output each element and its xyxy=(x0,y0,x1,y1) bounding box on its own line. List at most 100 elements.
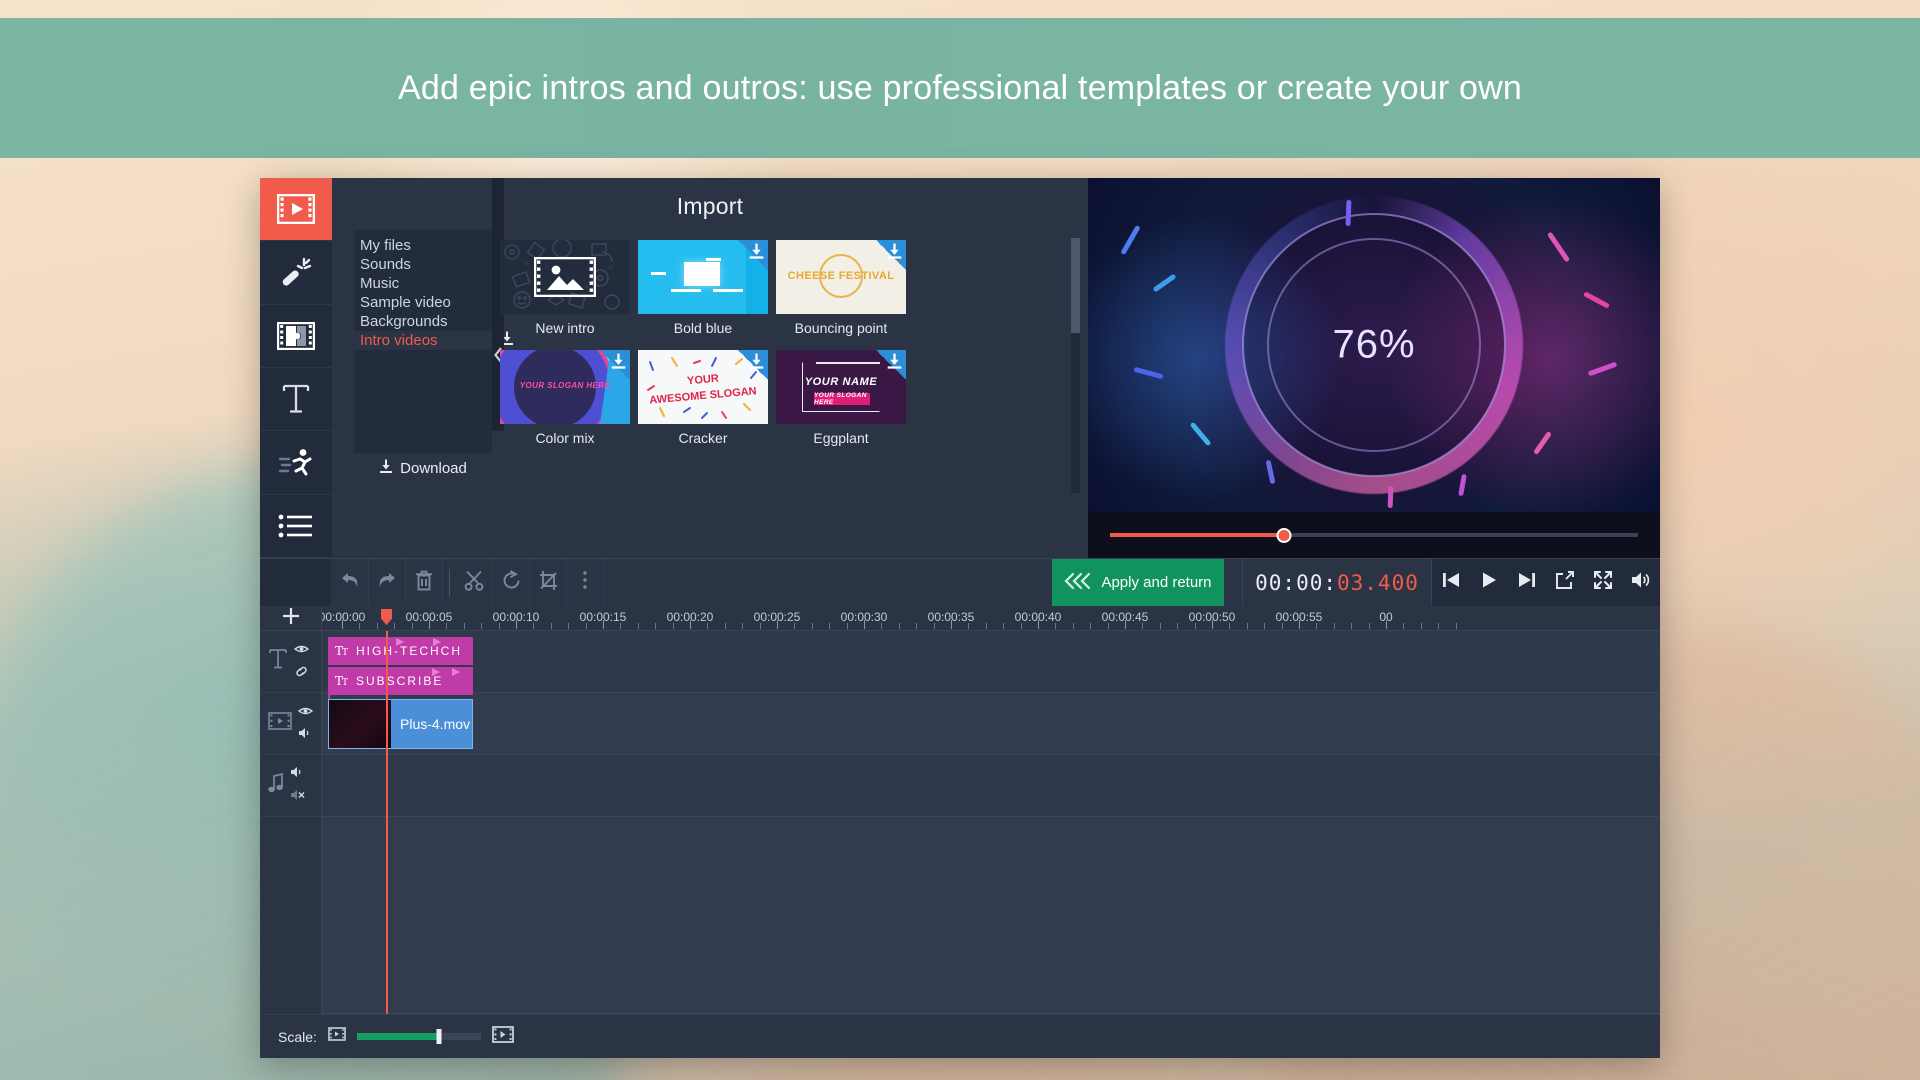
track-header-video[interactable] xyxy=(260,693,321,755)
svg-text:×: × xyxy=(608,262,613,272)
timeline-clip-video[interactable]: Plus-4.mov xyxy=(328,699,473,749)
download-badge[interactable] xyxy=(738,240,768,270)
ruler-tick xyxy=(1456,623,1457,629)
ruler-tick xyxy=(568,623,569,629)
ruler-tick xyxy=(359,623,360,629)
timeline-canvas[interactable]: T T HIGH-TECHCH T T SUBSC xyxy=(322,631,1660,1014)
category-intro-videos[interactable]: Intro videos xyxy=(354,331,492,350)
preview-canvas[interactable]: 76% xyxy=(1088,178,1660,512)
ruler-tick xyxy=(829,623,830,629)
mute-icon[interactable] xyxy=(290,788,305,806)
clip-thumbnail xyxy=(329,700,391,748)
sidebar-item-more[interactable] xyxy=(260,495,332,558)
template-tile-bouncing-point[interactable]: CHEESE FESTIVAL Bouncing point xyxy=(776,240,906,336)
plus-icon xyxy=(281,606,301,631)
category-backgrounds[interactable]: Backgrounds xyxy=(354,312,492,331)
sidebar-item-titles[interactable] xyxy=(260,368,332,431)
undo-icon xyxy=(339,570,361,595)
ruler-tick xyxy=(1055,623,1056,629)
small-frame-icon[interactable] xyxy=(328,1027,346,1046)
category-music[interactable]: Music xyxy=(354,274,492,293)
template-tile-new-intro[interactable]: ×× ×× xyxy=(500,240,630,336)
delete-button[interactable] xyxy=(406,559,443,606)
ruler-tick xyxy=(1142,623,1143,629)
template-label: Cracker xyxy=(638,424,768,446)
prev-frame-button[interactable] xyxy=(1432,559,1470,606)
download-badge[interactable] xyxy=(876,350,906,380)
play-button[interactable] xyxy=(1470,559,1508,606)
download-button[interactable]: Download xyxy=(354,453,492,483)
fullscreen-button[interactable] xyxy=(1584,559,1622,606)
preview-panel: 76% xyxy=(1088,178,1660,558)
category-sounds[interactable]: Sounds xyxy=(354,255,492,274)
scrollbar-thumb[interactable] xyxy=(1071,238,1080,333)
timeline-lane-video[interactable] xyxy=(322,693,1660,755)
template-tile-cracker[interactable]: YOUR AWESOME SLOGAN Cracker xyxy=(638,350,768,446)
sidebar-item-import[interactable] xyxy=(260,178,332,241)
ruler-tick xyxy=(916,623,917,629)
category-column: My files Sounds Music Sample video Backg… xyxy=(332,230,492,558)
playhead[interactable] xyxy=(386,631,388,1014)
template-grid-scrollbar[interactable] xyxy=(1071,238,1080,493)
cut-button[interactable] xyxy=(456,559,493,606)
rotate-button[interactable] xyxy=(493,559,530,606)
sidebar-item-filters[interactable] xyxy=(260,241,332,304)
track-header-title[interactable] xyxy=(260,631,321,693)
scale-slider-handle[interactable] xyxy=(436,1029,441,1044)
ruler-tick xyxy=(1369,623,1370,629)
scrubber-handle[interactable] xyxy=(1277,528,1292,543)
redo-button[interactable] xyxy=(369,559,406,606)
apply-and-return-button[interactable]: Apply and return xyxy=(1052,559,1224,606)
preview-scrubber[interactable] xyxy=(1110,526,1638,544)
download-badge[interactable] xyxy=(876,240,906,270)
link-icon[interactable] xyxy=(294,664,309,682)
scale-slider[interactable] xyxy=(357,1033,481,1040)
download-badge[interactable] xyxy=(600,350,630,380)
speaker-icon[interactable] xyxy=(290,765,305,783)
sidebar-item-transitions[interactable] xyxy=(260,305,332,368)
timeline-lane-audio[interactable] xyxy=(322,755,1660,817)
download-badge[interactable] xyxy=(738,350,768,380)
eye-icon[interactable] xyxy=(294,641,309,659)
large-frame-icon[interactable] xyxy=(492,1026,514,1048)
category-my-files[interactable]: My files xyxy=(354,236,492,255)
title-clip-icon: T T xyxy=(335,643,350,660)
template-tile-color-mix[interactable]: YOUR SLOGAN HERE Color mix xyxy=(500,350,630,446)
editor-top-section: Import My files Sounds Music Sample vide… xyxy=(260,178,1660,558)
crop-button[interactable] xyxy=(530,559,567,606)
timeline-clip-label: Plus-4.mov xyxy=(391,716,470,732)
timecode-value: 03.400 xyxy=(1337,571,1419,595)
svg-text:T: T xyxy=(342,678,350,687)
category-sample-video[interactable]: Sample video xyxy=(354,293,492,312)
apply-and-return-label: Apply and return xyxy=(1101,574,1211,591)
next-frame-button[interactable] xyxy=(1508,559,1546,606)
list-icon xyxy=(278,513,314,539)
timeline-lane-empty[interactable] xyxy=(322,817,1660,1014)
timeline-lane-title[interactable] xyxy=(322,631,1660,693)
ruler-tick xyxy=(986,623,987,629)
template-tile-eggplant[interactable]: YOUR NAME YOUR SLOGAN HERE Eggplant xyxy=(776,350,906,446)
playhead-handle[interactable] xyxy=(381,609,392,625)
undo-button[interactable] xyxy=(332,559,369,606)
ruler-tick xyxy=(742,623,743,629)
panel-title: Import xyxy=(332,178,1088,230)
add-track-button[interactable] xyxy=(260,606,322,630)
track-header-audio[interactable] xyxy=(260,755,321,817)
player-timecode[interactable]: 00:00:03.400 xyxy=(1242,559,1432,606)
timeline-clip-title-2[interactable]: T T SUBSCRIBE xyxy=(328,667,473,695)
template-tile-bold-blue[interactable]: Bold blue xyxy=(638,240,768,336)
volume-button[interactable] xyxy=(1622,559,1660,606)
template-thumbnail: CHEESE FESTIVAL xyxy=(776,240,906,314)
template-thumbnail: YOUR AWESOME SLOGAN xyxy=(638,350,768,424)
sidebar-item-animation[interactable] xyxy=(260,431,332,494)
promo-banner: Add epic intros and outros: use professi… xyxy=(0,18,1920,158)
timeline-clip-title-1[interactable]: T T HIGH-TECHCH xyxy=(328,637,473,665)
speaker-icon[interactable] xyxy=(298,726,313,744)
magic-wand-icon xyxy=(279,255,313,289)
eye-icon[interactable] xyxy=(298,703,313,721)
snapshot-button[interactable] xyxy=(1546,559,1584,606)
keyframe-marker xyxy=(432,666,442,680)
ruler-tick-major xyxy=(951,620,952,629)
timeline-ruler[interactable]: 00:00:0000:00:0500:00:1000:00:1500:00:20… xyxy=(322,606,1660,630)
more-button[interactable] xyxy=(567,559,604,606)
